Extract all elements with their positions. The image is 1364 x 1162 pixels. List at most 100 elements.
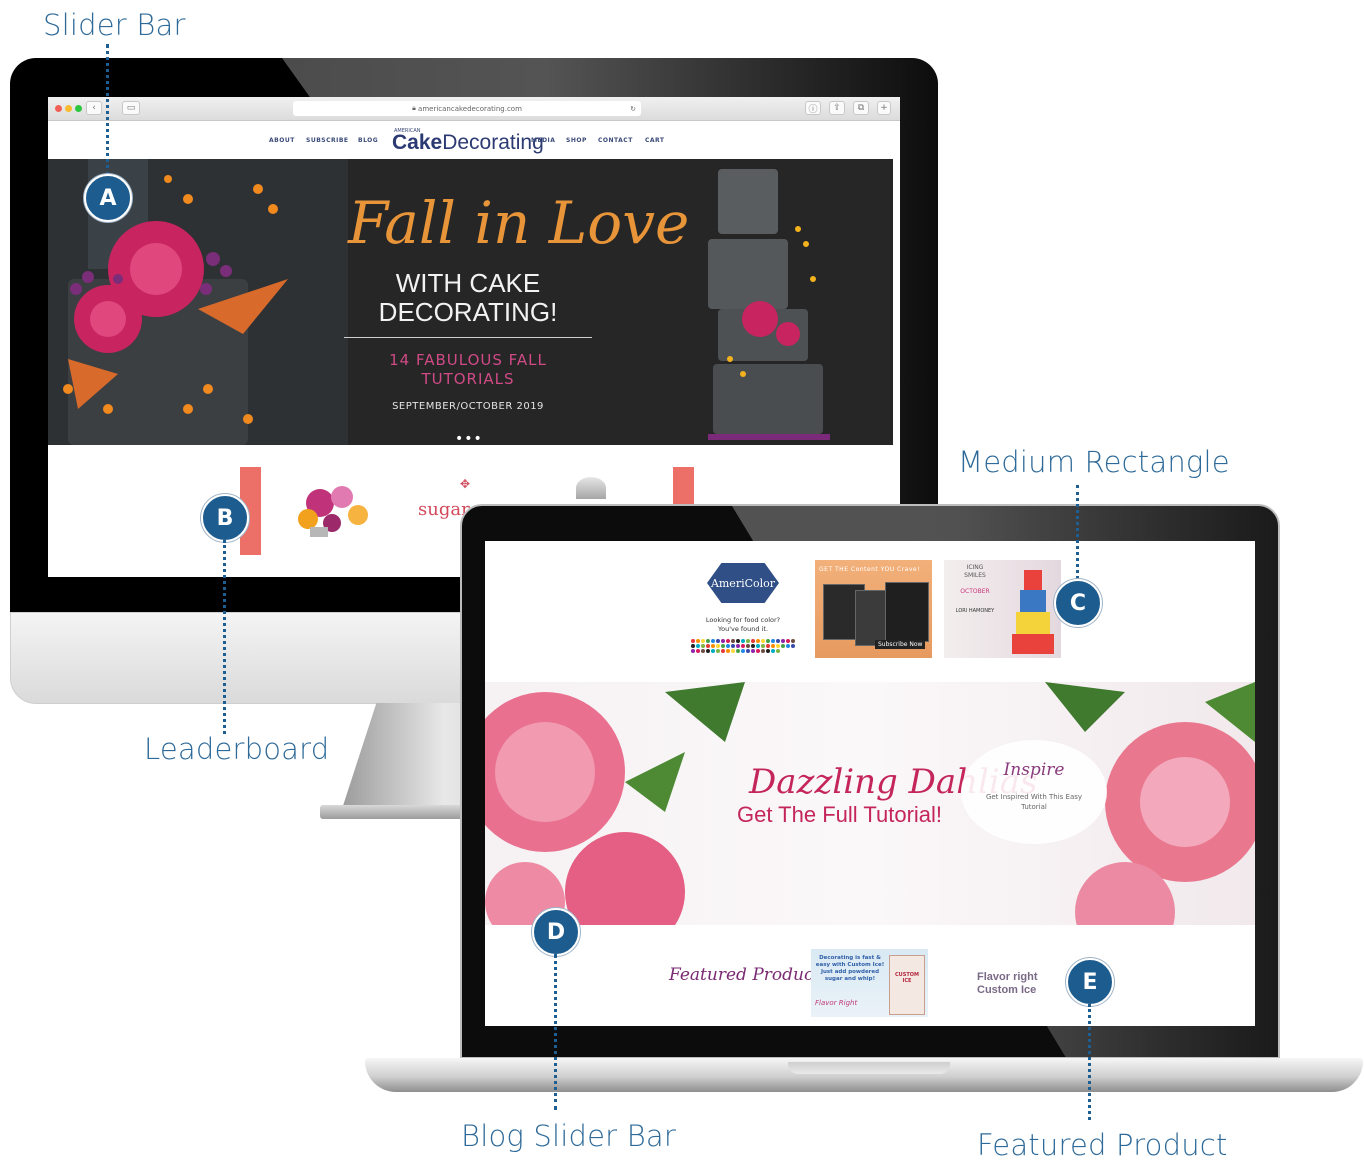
address-bar[interactable]: 🔒︎ americancakedecorating.com ↻ [293, 101, 641, 116]
custom-ice-bag-label: CUSTOM ICE [895, 972, 919, 984]
americolor-ad[interactable]: AmeriColor Looking for food color? You'v… [687, 561, 799, 661]
blog-slider[interactable]: Dazzling Dahlias Get The Full Tutorial! … [485, 682, 1255, 925]
magazine-cover-3 [885, 582, 929, 642]
callout-label-blog-slider-bar: Blog Slider Bar [461, 1119, 677, 1153]
nav-shop[interactable]: SHOP [566, 137, 587, 144]
color-swatch [751, 649, 755, 653]
color-swatch [726, 649, 730, 653]
hero-subtitle-line-1: WITH CAKE [395, 268, 541, 298]
icing-smiles-title-line-1: ICING [966, 564, 984, 571]
hero-script-title: Fall in Love [348, 189, 690, 257]
icing-smiles-month: OCTOBER [960, 588, 990, 595]
browser-toolbar: ‹ ▭ 🔒︎ americancakedecorating.com ↻ ⓘ ⇪ … [48, 97, 900, 121]
color-swatch [736, 639, 740, 643]
color-swatch [771, 644, 775, 648]
color-swatch [736, 649, 740, 653]
hero-slider[interactable]: Fall in Love WITH CAKE DECORATING! 14 FA… [48, 159, 893, 445]
spatula-tool-ad[interactable] [576, 477, 606, 499]
flavor-right-link[interactable]: Flavor right Custom Ice [977, 971, 1038, 997]
color-swatch [691, 649, 695, 653]
inspire-callout[interactable]: Inspire Get Inspired With This Easy Tuto… [961, 740, 1107, 844]
color-swatch [746, 649, 750, 653]
site-logo[interactable]: CakeDecorating [392, 131, 544, 155]
color-swatch [721, 644, 725, 648]
color-swatch [741, 639, 745, 643]
callout-badge-d: D [532, 908, 580, 956]
color-swatch [761, 639, 765, 643]
subscribe-now-button[interactable]: Subscribe Now [875, 640, 926, 649]
color-swatch [706, 644, 710, 648]
callout-badge-a: A [84, 174, 132, 222]
color-swatch [791, 639, 795, 643]
color-swatch [746, 639, 750, 643]
color-swatch [751, 639, 755, 643]
reload-icon[interactable]: ↻ [630, 105, 636, 113]
color-swatch [706, 639, 710, 643]
color-swatch [696, 649, 700, 653]
color-swatch [691, 639, 695, 643]
color-swatch [691, 644, 695, 648]
color-swatch [776, 639, 780, 643]
color-swatch [716, 644, 720, 648]
color-swatch [696, 644, 700, 648]
color-swatch [696, 639, 700, 643]
color-swatch [726, 644, 730, 648]
americolor-logo: AmeriColor [707, 563, 779, 603]
tabs-icon[interactable]: ⧉ [853, 101, 869, 115]
color-swatch [776, 644, 780, 648]
laptop-website-screen: AmeriColor Looking for food color? You'v… [485, 541, 1255, 1026]
americolor-tagline: Looking for food color? You've found it. [687, 616, 799, 634]
color-swatch [701, 639, 705, 643]
color-swatch [736, 644, 740, 648]
custom-ice-ad-text: Decorating is fast & easy with Custom Ic… [815, 955, 885, 982]
color-swatch [751, 644, 755, 648]
featured-product-heading: Featured Product [669, 965, 821, 985]
color-swatch [726, 639, 730, 643]
info-icon[interactable]: ⓘ [805, 101, 821, 115]
flowers-cutter-ad[interactable] [280, 475, 390, 543]
color-swatch [776, 649, 780, 653]
icing-smiles-ad[interactable]: ICING SMILES OCTOBER LORI HAMONEY [944, 560, 1061, 658]
icing-smiles-title-line-2: SMILES [964, 572, 986, 579]
callout-badge-c: C [1054, 579, 1102, 627]
share-icon[interactable]: ⇪ [829, 101, 845, 115]
color-swatch [721, 649, 725, 653]
color-swatches [691, 639, 797, 653]
callout-badge-b: B [201, 494, 249, 542]
color-swatch [771, 649, 775, 653]
ornament-icon: ✥ [460, 477, 471, 491]
subscribe-magazine-ad[interactable]: GET THE Content YOU Crave! Subscribe Now [815, 560, 932, 658]
zoom-window-dot[interactable] [75, 105, 82, 112]
nav-cart[interactable]: CART [645, 137, 665, 144]
color-swatch [741, 649, 745, 653]
minimize-window-dot[interactable] [65, 105, 72, 112]
color-swatch [766, 639, 770, 643]
hero-tutorials-line-1: 14 FABULOUS FALL [389, 351, 547, 369]
sidebar-icon[interactable]: ▭ [122, 101, 140, 115]
back-arrow-icon[interactable]: ‹ [86, 101, 102, 115]
flavor-right-line-1: Flavor right [977, 971, 1038, 983]
flavor-right-line-2: Custom Ice [977, 984, 1037, 996]
inspire-title: Inspire [1003, 760, 1065, 780]
nav-blog[interactable]: BLOG [358, 137, 378, 144]
color-swatch [766, 649, 770, 653]
hero-divider [344, 337, 592, 338]
nav-about[interactable]: ABOUT [269, 137, 295, 144]
new-tab-icon[interactable]: + [877, 101, 891, 115]
color-swatch [716, 639, 720, 643]
nav-subscribe[interactable]: SUBSCRIBE [306, 137, 349, 144]
inspire-text: Get Inspired With This Easy Tutorial [985, 793, 1083, 811]
custom-ice-ad[interactable]: Decorating is fast & easy with Custom Ic… [811, 949, 928, 1017]
callout-line-c [1076, 485, 1079, 579]
close-window-dot[interactable] [55, 105, 62, 112]
slider-pagination[interactable]: ••• [455, 431, 483, 445]
hero-tutorials-line-2: TUTORIALS [421, 370, 515, 388]
color-swatch [701, 644, 705, 648]
americolor-tagline-line-1: Looking for food color? [705, 616, 781, 624]
hero-issue-date: SEPTEMBER/OCTOBER 2019 [392, 401, 544, 412]
color-swatch [716, 649, 720, 653]
nav-media[interactable]: MEDIA [531, 137, 555, 144]
nav-contact[interactable]: CONTACT [598, 137, 633, 144]
featured-product-row: Featured Product Decorating is fast & ea… [485, 925, 1255, 1026]
color-swatch [786, 639, 790, 643]
